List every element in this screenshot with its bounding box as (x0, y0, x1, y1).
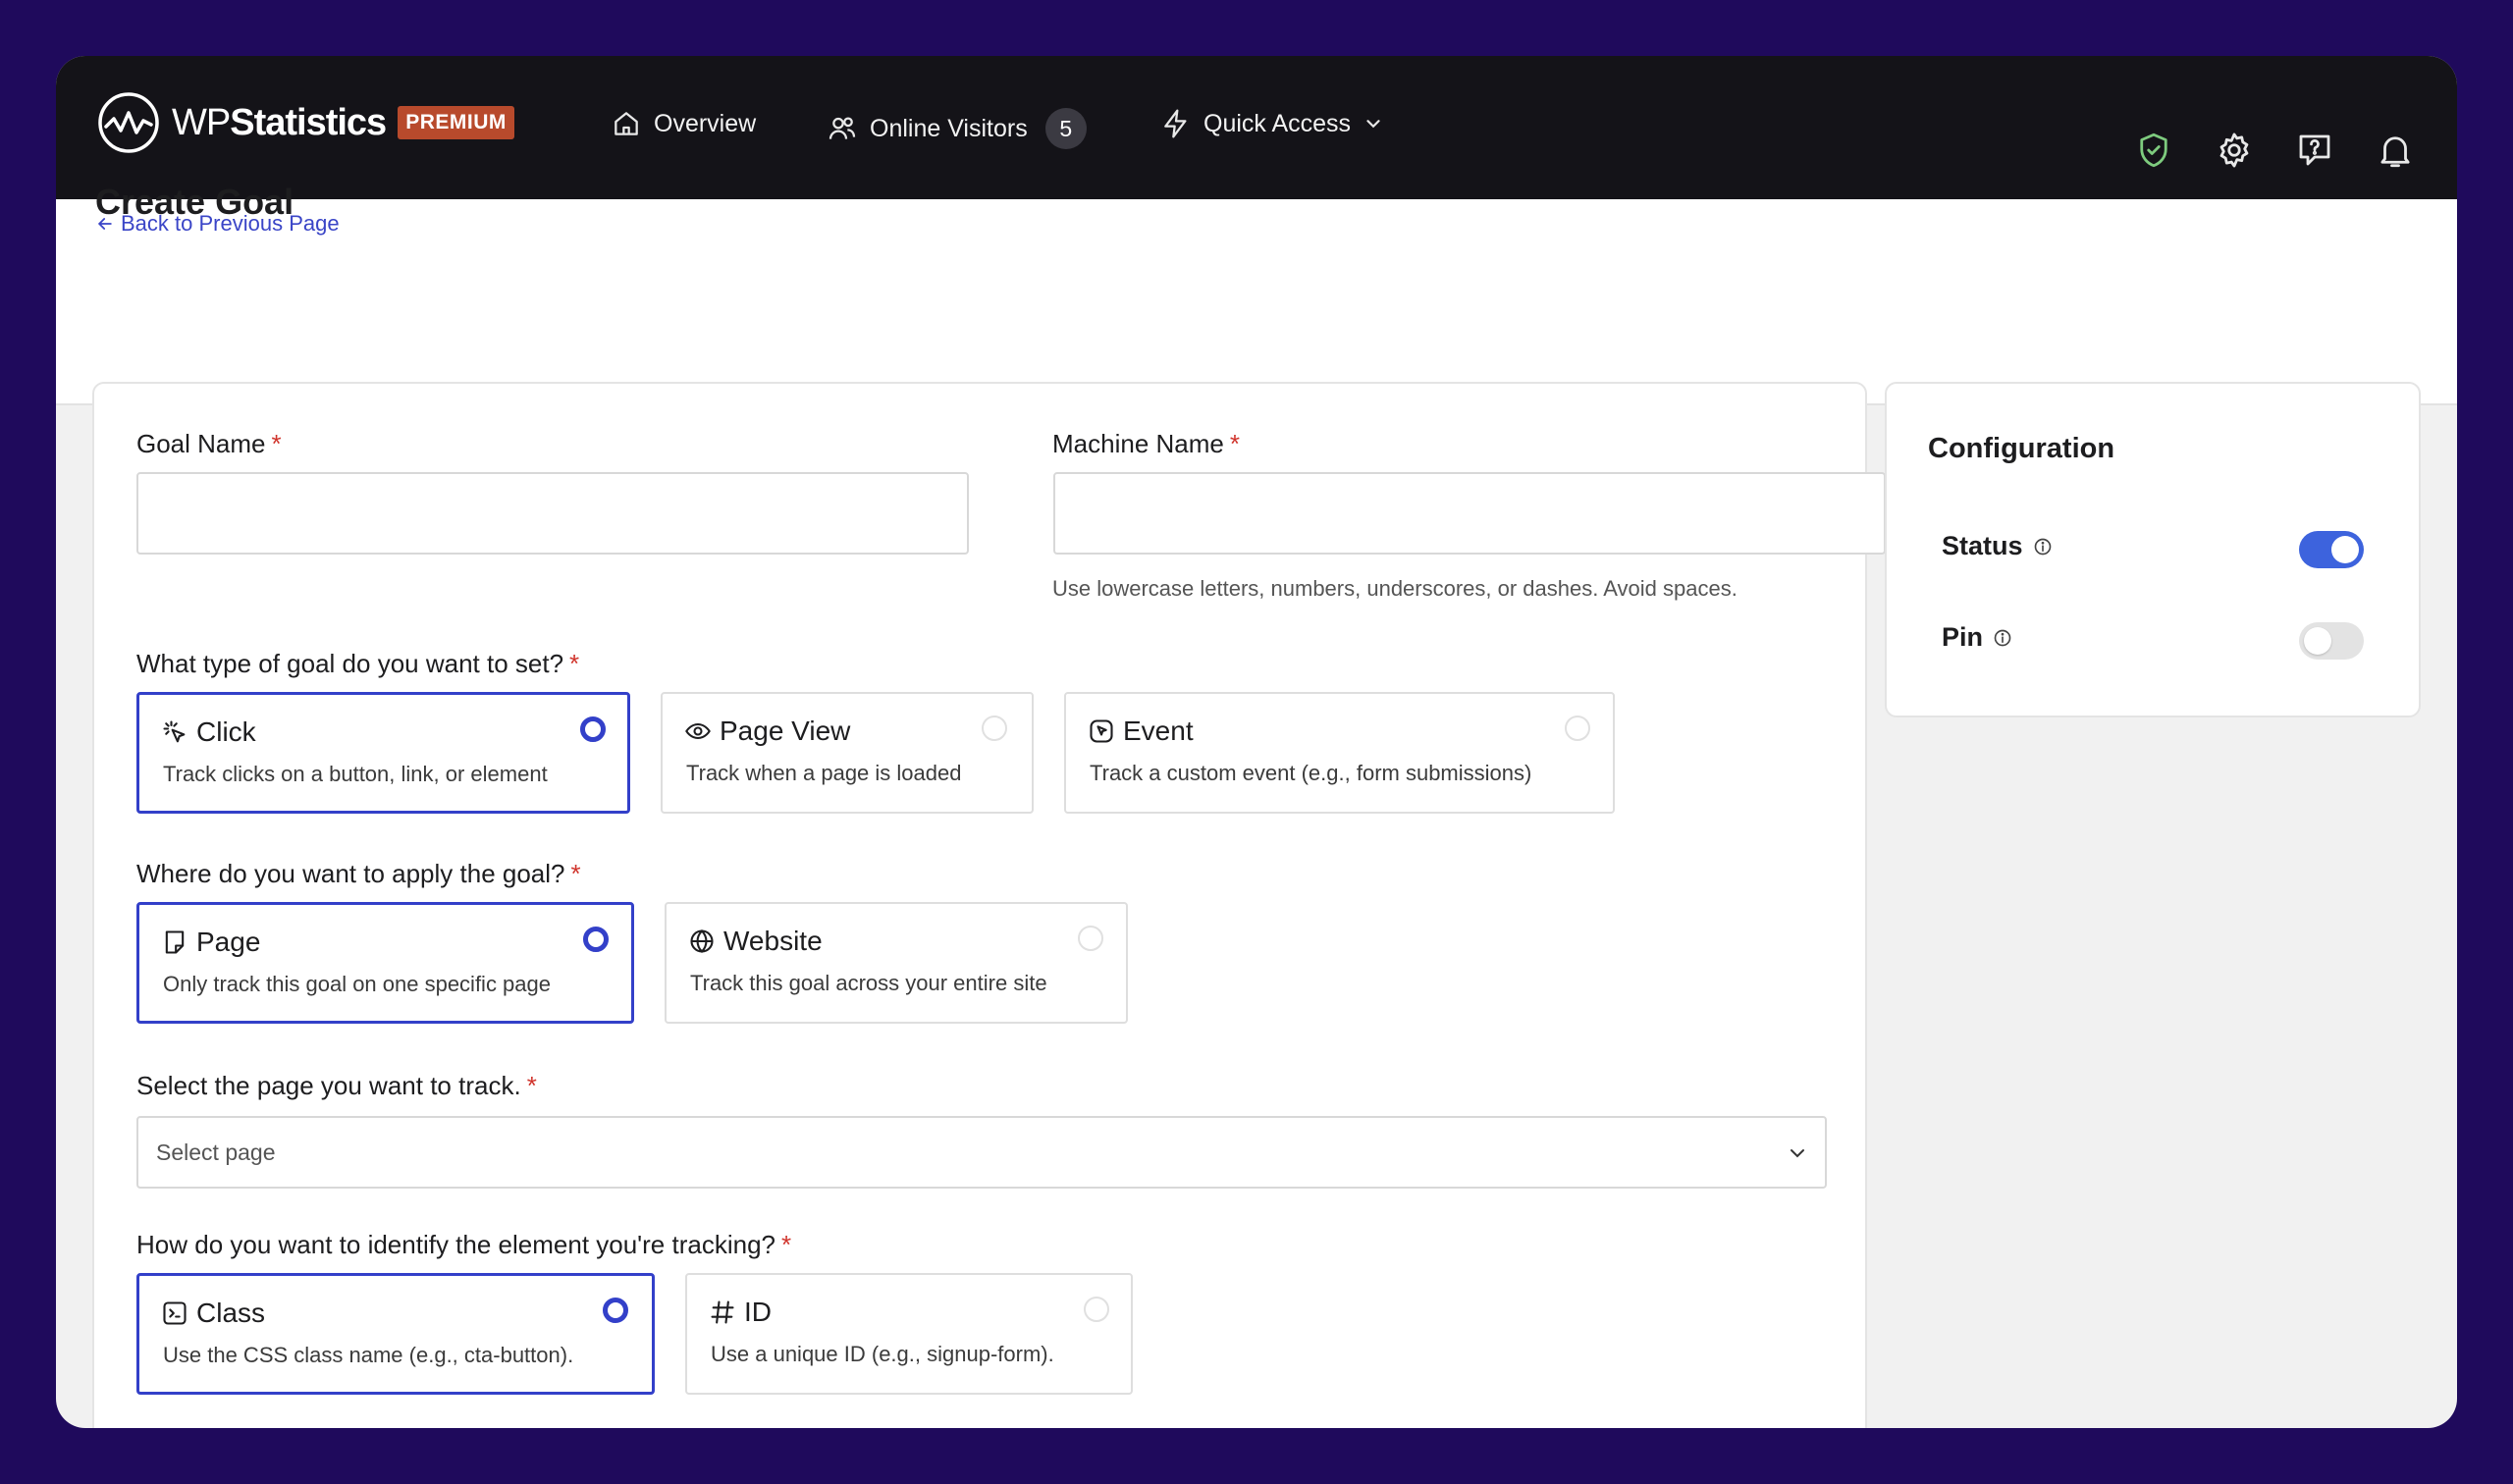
top-navbar: WPStatistics PREMIUM Overview Online Vis… (56, 56, 2457, 199)
status-toggle[interactable] (2299, 531, 2364, 568)
chevron-down-icon (1366, 120, 1380, 129)
brand-name: WPStatistics (172, 101, 387, 143)
radio-unselected[interactable] (982, 716, 1007, 741)
status-label: Status (1942, 531, 2023, 560)
chevron-down-icon (1791, 1149, 1804, 1158)
click-icon (163, 720, 186, 743)
scope-website-option[interactable]: Website Track this goal across your enti… (665, 902, 1128, 1024)
option-title: Page View (684, 716, 850, 747)
goal-type-pageview-option[interactable]: Page View Track when a page is loaded (661, 692, 1034, 814)
configuration-card: Configuration Status Pin (1885, 382, 2421, 717)
machine-name-input[interactable] (1053, 472, 1886, 555)
lightning-icon (1164, 109, 1187, 138)
element-identify-question: How do you want to identify the element … (136, 1230, 792, 1259)
option-description: Track when a page is loaded (686, 761, 962, 785)
app-window: WPStatistics PREMIUM Overview Online Vis… (56, 56, 2457, 1428)
radio-selected[interactable] (603, 1298, 628, 1323)
machine-name-label: Machine Name * (1052, 429, 1240, 458)
page-select-question: Select the page you want to track. * (136, 1071, 537, 1100)
nav-quick-access[interactable]: Quick Access (1160, 108, 1384, 139)
option-description: Track this goal across your entire site (690, 971, 1047, 995)
page-header (56, 199, 2457, 405)
status-row: Status (1942, 531, 2053, 561)
pin-toggle[interactable] (2299, 622, 2364, 660)
option-title: Event (1088, 716, 1194, 747)
apply-scope-question: Where do you want to apply the goal? * (136, 859, 581, 888)
help-chat-icon[interactable] (2294, 130, 2335, 171)
nav-overview[interactable]: Overview (611, 108, 756, 139)
premium-badge: PREMIUM (398, 106, 514, 139)
page-icon (165, 930, 185, 954)
goal-name-input[interactable] (136, 472, 969, 555)
eye-icon (685, 722, 711, 740)
option-description: Only track this goal on one specific pag… (163, 972, 552, 996)
toggle-knob (2331, 536, 2359, 563)
option-description: Track clicks on a button, link, or eleme… (163, 762, 548, 786)
back-link-overlay[interactable]: Back to Previous Page (95, 211, 340, 237)
users-icon (829, 117, 856, 139)
wave-logo-icon (98, 92, 159, 153)
event-icon (1090, 719, 1113, 743)
option-title: Website (688, 926, 823, 957)
identify-class-option[interactable]: Class Use the CSS class name (e.g., cta-… (136, 1273, 655, 1395)
option-title: ID (709, 1297, 772, 1328)
goal-form-card: Goal Name * Machine Name * Use lowercase l… (92, 382, 1886, 1428)
online-count-badge: 5 (1044, 108, 1087, 149)
class-icon (163, 1301, 187, 1325)
page-select-placeholder: Select page (156, 1140, 276, 1165)
nav-quick-label: Quick Access (1203, 109, 1352, 137)
configuration-title: Configuration (1928, 433, 2115, 464)
page-select-dropdown[interactable]: Select page (136, 1116, 1827, 1189)
nav-online-visitors[interactable]: Online Visitors 5 (827, 108, 1087, 149)
radio-selected[interactable] (580, 716, 606, 742)
brand-logo[interactable]: WPStatistics PREMIUM (97, 91, 514, 154)
pin-label: Pin (1942, 622, 1984, 652)
home-icon (615, 112, 638, 135)
nav-online-label: Online Visitors (870, 114, 1028, 142)
machine-name-helper: Use lowercase letters, numbers, undersco… (1052, 576, 1738, 601)
top-actions (2133, 130, 2416, 171)
goal-type-event-option[interactable]: Event Track a custom event (e.g., form s… (1064, 692, 1615, 814)
globe-icon (690, 929, 714, 953)
radio-selected[interactable] (583, 927, 609, 952)
shield-check-icon[interactable] (2133, 130, 2174, 171)
nav-overview-label: Overview (654, 109, 757, 137)
option-description: Use a unique ID (e.g., signup-form). (711, 1342, 1054, 1366)
goal-type-question: What type of goal do you want to set? * (136, 649, 580, 678)
hash-icon (711, 1300, 734, 1324)
info-icon[interactable] (2033, 537, 2053, 556)
identify-id-option[interactable]: ID Use a unique ID (e.g., signup-form). (685, 1273, 1133, 1395)
option-description: Use the CSS class name (e.g., cta-button… (163, 1343, 574, 1367)
arrow-left-icon (97, 218, 112, 230)
goal-name-label: Goal Name * (136, 429, 282, 458)
scope-page-option[interactable]: Page Only track this goal on one specifi… (136, 902, 634, 1024)
option-title: Page (161, 927, 260, 958)
radio-unselected[interactable] (1078, 926, 1103, 951)
radio-unselected[interactable] (1565, 716, 1590, 741)
option-description: Track a custom event (e.g., form submiss… (1090, 761, 1532, 785)
toggle-knob (2304, 627, 2331, 655)
radio-unselected[interactable] (1084, 1297, 1109, 1322)
pin-row: Pin (1942, 622, 2012, 653)
info-icon[interactable] (1993, 628, 2012, 648)
goal-type-click-option[interactable]: Click Track clicks on a button, link, or… (136, 692, 630, 814)
option-title: Class (161, 1298, 265, 1329)
gear-icon[interactable] (2214, 130, 2255, 171)
bell-icon[interactable] (2375, 130, 2416, 171)
back-link-label: Back to Previous Page (121, 211, 340, 236)
option-title: Click (161, 716, 256, 748)
